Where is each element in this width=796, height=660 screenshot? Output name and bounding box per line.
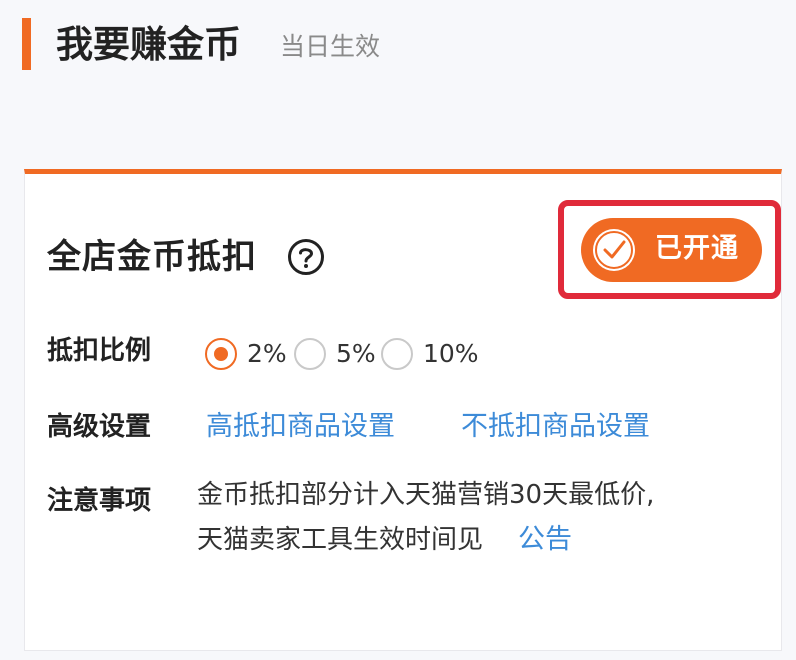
radio-label: 5%	[336, 339, 376, 368]
page-subtitle: 当日生效	[280, 32, 381, 61]
deduction-ratio-label: 抵扣比例	[47, 336, 152, 366]
notice-line-1: 金币抵扣部分计入天猫营销30天最低价,	[197, 480, 655, 510]
notice-line-2: 天猫卖家工具生效时间见	[197, 525, 484, 555]
notice-label: 注意事项	[47, 486, 152, 516]
toggle-label: 已开通	[655, 233, 739, 264]
no-deduction-products-link[interactable]: 不抵扣商品设置	[461, 410, 650, 444]
announcement-link[interactable]: 公告	[518, 523, 572, 557]
high-deduction-products-link[interactable]: 高抵扣商品设置	[206, 410, 395, 444]
toggle-knob	[593, 229, 635, 271]
page: 我要赚金币 当日生效 全店金币抵扣 已开通 抵扣比例 2% 5% 10% 高级设…	[0, 0, 796, 660]
radio-label: 10%	[423, 339, 479, 368]
radio-label: 2%	[247, 339, 287, 368]
card-title: 全店金币抵扣	[47, 237, 257, 277]
enable-toggle[interactable]: 已开通	[581, 218, 762, 282]
header-accent-bar	[22, 18, 31, 70]
coin-deduction-card: 全店金币抵扣 已开通 抵扣比例 2% 5% 10% 高级设置 高抵扣商品设置 不…	[24, 169, 782, 651]
question-circle-icon[interactable]	[287, 238, 325, 276]
page-title: 我要赚金币	[56, 23, 241, 66]
radio-unchecked[interactable]	[381, 338, 413, 370]
radio-unchecked[interactable]	[294, 338, 326, 370]
check-icon	[595, 231, 633, 269]
radio-checked[interactable]	[205, 338, 237, 370]
advanced-settings-label: 高级设置	[47, 412, 152, 442]
header: 我要赚金币 当日生效	[0, 0, 796, 100]
